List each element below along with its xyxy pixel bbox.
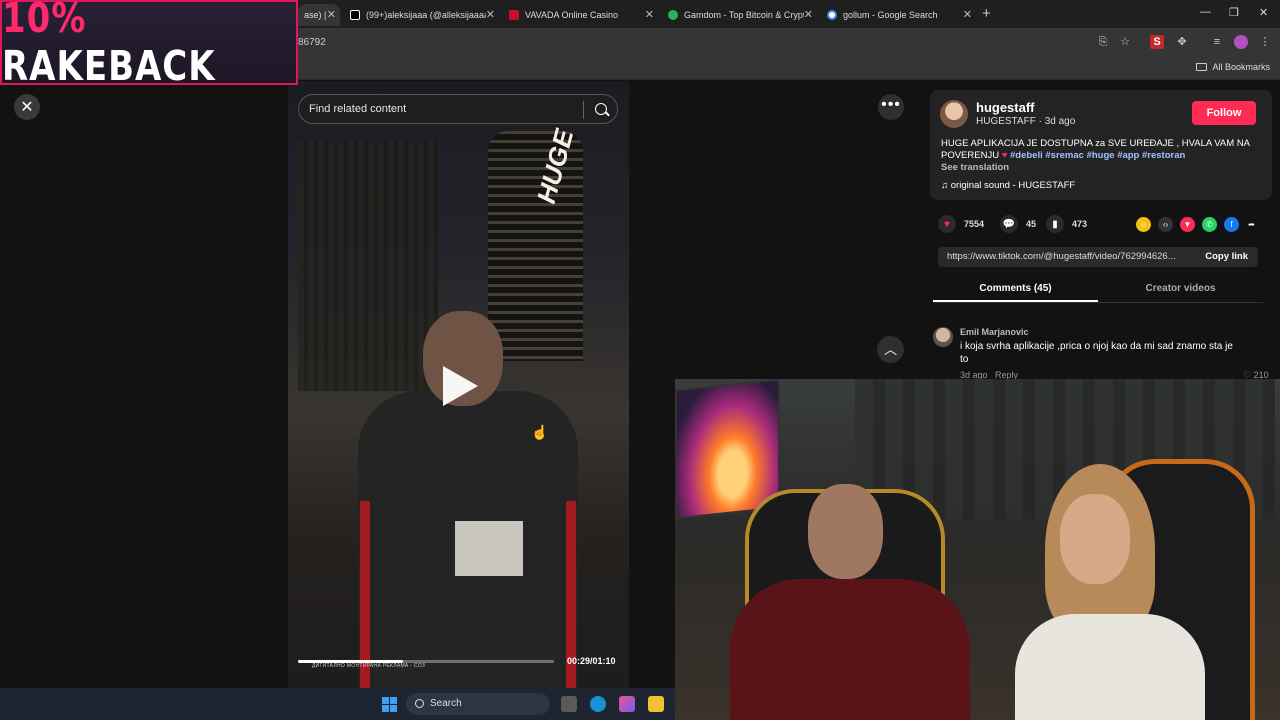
tiktok-favicon-icon	[350, 10, 360, 20]
copilot-icon[interactable]	[619, 696, 635, 712]
more-options-button[interactable]: •••	[878, 94, 904, 120]
music-note-icon: ♫	[941, 180, 951, 191]
task-view-icon[interactable]	[561, 696, 577, 712]
taskbar-search[interactable]: Search	[406, 693, 550, 715]
send-icon[interactable]: ▼	[1180, 217, 1195, 232]
tab-gamdom[interactable]: Gamdom - Top Bitcoin & Crypto ✕	[662, 4, 817, 26]
follow-button[interactable]: Follow	[1192, 101, 1256, 125]
file-explorer-icon[interactable]	[648, 696, 664, 712]
heart-icon: ♥	[938, 215, 956, 233]
copy-link-button[interactable]: Copy link	[1205, 251, 1248, 262]
tab-google[interactable]: gollum - Google Search ✕	[821, 4, 976, 26]
username[interactable]: hugestaff	[976, 100, 1035, 115]
mouse-cursor-icon: ☝	[531, 424, 549, 440]
bookmark-star-icon[interactable]: ☆	[1118, 35, 1132, 49]
close-tab-icon[interactable]: ✕	[804, 8, 813, 21]
video-player[interactable]: HUGE Find related content ☝ ДИГИТАЛНО МО…	[288, 81, 629, 688]
close-tab-icon[interactable]: ✕	[486, 8, 495, 21]
panel-tabs: Comments (45) Creator videos	[933, 281, 1263, 303]
url-field[interactable]: 86792	[298, 37, 326, 48]
close-tab-icon[interactable]: ✕	[327, 8, 336, 21]
share-link-box: https://www.tiktok.com/@hugestaff/video/…	[938, 247, 1258, 267]
windows-start-icon[interactable]	[382, 697, 397, 712]
screen: ase) | ✕ (99+)aleksijaaa (@alleksijaaaa)…	[0, 0, 1280, 720]
more-dots-icon: •••	[881, 96, 901, 113]
share-arrow-icon[interactable]: ➦	[1244, 217, 1259, 232]
install-app-icon[interactable]: ⎘	[1096, 35, 1110, 49]
cohost-person	[1005, 464, 1205, 720]
post-caption: HUGE APLIKACIJA JE DOSTUPNA za SVE UREĐA…	[941, 138, 1250, 161]
vavada-favicon-icon	[509, 10, 519, 20]
google-favicon-icon	[827, 10, 837, 20]
gamdom-favicon-icon	[668, 10, 678, 20]
extensions-puzzle-icon[interactable]: ✥	[1175, 35, 1189, 49]
close-tab-icon[interactable]: ✕	[645, 8, 654, 21]
all-bookmarks-button[interactable]: All Bookmarks	[1196, 62, 1270, 72]
search-icon[interactable]	[595, 103, 607, 115]
close-tab-icon[interactable]: ✕	[963, 8, 972, 21]
streamer-person	[730, 479, 970, 720]
search-icon	[415, 699, 424, 708]
tab-current[interactable]: ase) | ✕	[298, 4, 340, 26]
post-card: hugestaff HUGESTAFF · 3d ago Follow HUGE…	[930, 90, 1272, 200]
sound-link[interactable]: ♫ original sound - HUGESTAFF	[941, 180, 1075, 191]
tab-creator-videos[interactable]: Creator videos	[1098, 283, 1263, 294]
ad-disclaimer: ДИГИТАЛНО МОНТИРАНА РЕКЛАМА - СОЗ	[312, 663, 426, 669]
new-tab-icon[interactable]: +	[982, 5, 991, 22]
rakeback-banner: 10% RAKEBACK	[0, 0, 298, 91]
restore-icon[interactable]: ❐	[1229, 6, 1239, 19]
browser-menu-icon[interactable]: ⋮	[1258, 35, 1272, 49]
chevron-up-icon: ︿	[883, 342, 897, 357]
video-time: 00:29/01:10	[567, 656, 616, 666]
share-friends-icon[interactable]: ☺	[1136, 217, 1151, 232]
whatsapp-icon[interactable]: ✆	[1202, 217, 1217, 232]
tab-tiktok[interactable]: (99+)aleksijaaa (@alleksijaaaa) ✕	[344, 4, 499, 26]
video-progress-bar[interactable]	[298, 660, 554, 663]
progress-fill	[298, 660, 403, 663]
user-meta: HUGESTAFF · 3d ago	[976, 116, 1076, 127]
windows-taskbar: Search	[0, 688, 675, 720]
heart-emoji-icon: ♥	[1001, 150, 1008, 161]
comment-text: i koja svrha aplikacije ,prica o njoj ka…	[960, 341, 1233, 365]
close-window-icon[interactable]: ✕	[1259, 6, 1268, 19]
close-video-button[interactable]: ✕	[14, 94, 40, 120]
extension-s-icon[interactable]: S	[1150, 35, 1164, 49]
like-button[interactable]: ♥ 7554	[938, 215, 984, 233]
close-icon: ✕	[20, 99, 34, 116]
hashtags[interactable]: #debeli #sremac #huge #app #restoran	[1010, 150, 1185, 161]
share-link-url[interactable]: https://www.tiktok.com/@hugestaff/video/…	[947, 251, 1192, 262]
minimize-icon[interactable]: —	[1200, 6, 1211, 18]
search-input[interactable]: Find related content	[309, 103, 406, 115]
edge-icon[interactable]	[590, 696, 606, 712]
comment-avatar[interactable]	[933, 327, 953, 347]
play-icon[interactable]	[443, 366, 478, 406]
find-related-search[interactable]: Find related content	[298, 94, 618, 124]
facebook-icon[interactable]: f	[1224, 217, 1239, 232]
profile-avatar-icon[interactable]	[1234, 35, 1248, 49]
comment-author[interactable]: Emil Marjanovic	[960, 327, 1029, 337]
post-stats: ♥ 7554 💬 45 ▮ 473 ☺ ‹› ▼ ✆ f ➦	[938, 215, 1258, 237]
video-person	[338, 301, 598, 688]
comment-icon: 💬	[1000, 215, 1018, 233]
folder-icon	[1196, 63, 1208, 71]
previous-video-button[interactable]: ︿	[877, 336, 904, 363]
comment-button[interactable]: 💬 45	[1000, 215, 1036, 233]
avatar[interactable]	[940, 100, 968, 128]
tab-vavada[interactable]: VAVADA Online Casino ✕	[503, 4, 658, 26]
webcam-overlay	[675, 379, 1280, 720]
see-translation-link[interactable]: See translation	[941, 162, 1009, 173]
bookmark-icon: ▮	[1046, 215, 1064, 233]
tab-comments[interactable]: Comments (45)	[933, 283, 1098, 294]
reading-list-icon[interactable]: ≡	[1210, 35, 1224, 49]
embed-icon[interactable]: ‹›	[1158, 217, 1173, 232]
save-button[interactable]: ▮ 473	[1046, 215, 1087, 233]
